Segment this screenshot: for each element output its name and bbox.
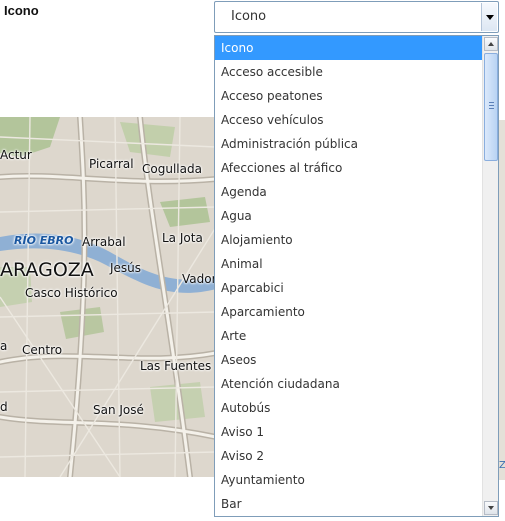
scroll-down-icon[interactable] [484,501,498,515]
option-item[interactable]: Arte [215,324,483,348]
scrollbar-thumb[interactable] [484,53,498,161]
option-item[interactable]: Ayuntamiento [215,468,483,492]
map-label-arrabal: Arrabal [82,235,126,249]
map-label-san-jose: San José [93,403,144,417]
map-label-vadorrey: Vador [182,272,216,286]
option-item[interactable]: Autobús [215,396,483,420]
option-item[interactable]: Atención ciudadana [215,372,483,396]
map-label-zaragoza: ARAGOZA [0,259,94,281]
option-item[interactable]: Aviso 2 [215,444,483,468]
map-label-picarral: Picarral [89,157,134,171]
options-scrollbar[interactable] [482,36,498,516]
map-label-casco-historico: Casco Histórico [25,286,118,300]
map-label-la-jota: La Jota [162,231,203,245]
icon-field-label: Icono [4,3,39,18]
options-container: Icono Acceso accesible Acceso peatones Acce… [215,36,483,516]
map-edge [499,120,505,480]
option-item[interactable]: Icono [215,36,483,60]
chevron-down-icon[interactable] [481,3,497,31]
option-item[interactable]: Acceso peatones [215,84,483,108]
option-item[interactable]: Acceso vehículos [215,108,483,132]
option-item[interactable]: Afecciones al tráfico [215,156,483,180]
map-label-cogullada: Cogullada [142,162,202,176]
map-edge-letter: Z [499,460,505,471]
option-item[interactable]: Agenda [215,180,483,204]
option-item[interactable]: Bar [215,492,483,516]
option-item[interactable]: Animal [215,252,483,276]
option-item[interactable]: Agua [215,204,483,228]
scroll-up-icon[interactable] [484,37,498,51]
option-item[interactable]: Aparcabici [215,276,483,300]
map-label-jesus: Jesús [110,261,142,275]
option-item[interactable]: Alojamiento [215,228,483,252]
option-item[interactable]: Aseos [215,348,483,372]
map-label-centro: Centro [22,343,63,357]
map-label-rio-ebro: RÍO EBRO [14,234,74,247]
option-item[interactable]: Administración pública [215,132,483,156]
option-item[interactable]: Aparcamiento [215,300,483,324]
map-label-a: a [0,339,8,353]
map-label-actur: Actur [0,148,32,162]
option-item[interactable]: Aviso 1 [215,420,483,444]
map-label-las-fuentes: Las Fuentes [140,359,212,373]
icon-select[interactable]: Icono [214,1,499,33]
map-view[interactable]: Actur Picarral Cogullada RÍO EBRO Arraba… [0,117,216,477]
map-label-d: d [0,400,8,414]
option-item[interactable]: Acceso accesible [215,60,483,84]
icon-options-list[interactable]: Icono Acceso accesible Acceso peatones Acce… [214,35,499,517]
icon-select-value: Icono [231,9,267,24]
grip-icon [489,102,494,110]
